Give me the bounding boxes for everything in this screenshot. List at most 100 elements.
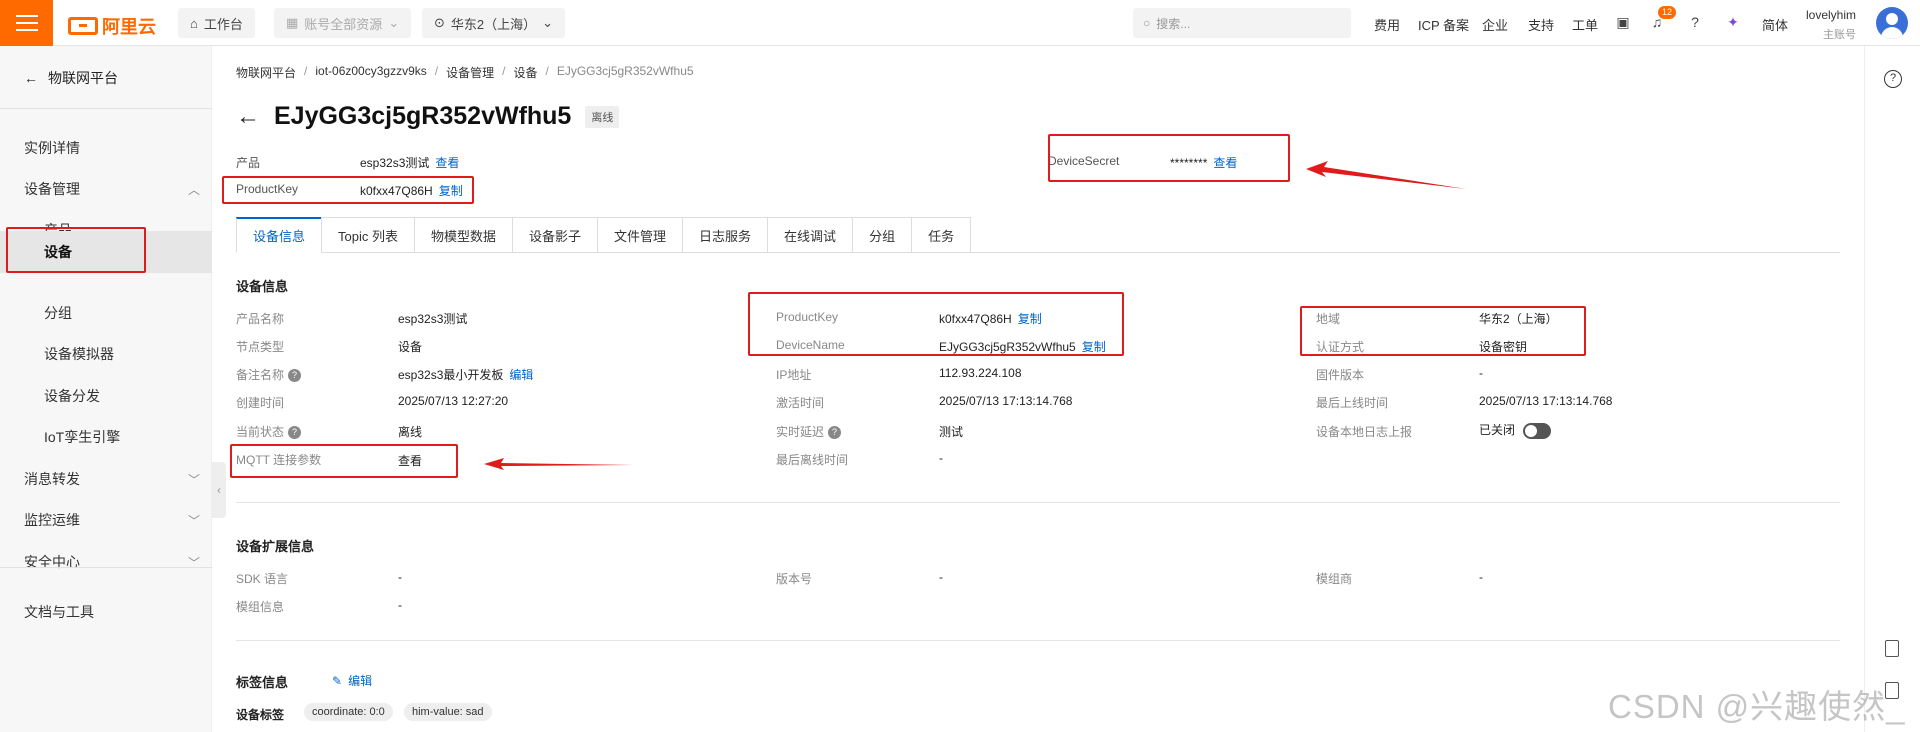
section-divider: [236, 502, 1840, 503]
tab-log-service[interactable]: 日志服务: [682, 217, 768, 253]
workbench-button[interactable]: ⌂ 工作台: [178, 8, 255, 38]
sidebar-item-group[interactable]: 分组: [0, 293, 212, 333]
menu-icon[interactable]: [0, 0, 53, 46]
language-switch[interactable]: 简体: [1762, 15, 1788, 34]
sidebar-item-device-mgmt[interactable]: 设备管理 ︿: [0, 169, 212, 209]
sidebar-item-docs-tools[interactable]: 文档与工具: [0, 592, 212, 632]
link-billing[interactable]: 费用: [1374, 15, 1400, 34]
annotation-highlight: [222, 176, 474, 204]
help-icon[interactable]: ?: [1686, 13, 1704, 31]
tab-label: 日志服务: [699, 228, 752, 244]
field-label: 设备本地日志上报: [1316, 425, 1413, 439]
right-rail: ?: [1864, 46, 1920, 732]
sidebar-item-label: 设备管理: [24, 181, 80, 197]
breadcrumb-item[interactable]: 物联网平台: [236, 64, 296, 81]
tag-chip: coordinate: 0:0: [304, 703, 393, 721]
field-label: SDK 语言: [236, 572, 289, 586]
log-upload-toggle[interactable]: [1523, 422, 1552, 439]
region-select[interactable]: ⊙ 华东2（上海） ⌄: [422, 8, 566, 38]
sidebar-item-label: 分组: [44, 305, 72, 321]
tab-topic-list[interactable]: Topic 列表: [321, 217, 414, 253]
test-latency-link[interactable]: 测试: [939, 423, 963, 440]
annotation-highlight: [230, 444, 458, 478]
help-icon[interactable]: ?: [1884, 70, 1902, 88]
tab-file-management[interactable]: 文件管理: [597, 217, 683, 253]
sidebar-item-distribution[interactable]: 设备分发: [0, 376, 212, 416]
tab-label: 任务: [928, 228, 955, 244]
sidebar-item-instance[interactable]: 实例详情: [0, 128, 212, 168]
field-value: -: [939, 451, 943, 465]
field-value: -: [398, 598, 402, 612]
field-label: 最后上线时间: [1316, 396, 1389, 410]
region-label: 华东2（上海）: [450, 16, 537, 32]
field-label: 节点类型: [236, 340, 285, 354]
edit-remark-link[interactable]: 编辑: [509, 368, 533, 382]
tab-device-shadow[interactable]: 设备影子: [512, 217, 598, 253]
breadcrumb: 物联网平台 / iot-06z00cy3gzzv9ks / 设备管理 / 设备 / EJ…: [236, 64, 694, 81]
link-support[interactable]: 支持: [1528, 15, 1554, 34]
meta-label: 产品: [236, 156, 261, 170]
arrow-left-icon[interactable]: ←: [236, 103, 260, 131]
user-info[interactable]: lovelyhim 主账号: [1806, 8, 1856, 42]
pencil-icon: ✎: [332, 674, 343, 688]
sidebar-item-label: IoT孪生引擎: [44, 429, 121, 445]
back-to-iot-platform[interactable]: ← 物联网平台: [24, 68, 118, 88]
search-input[interactable]: ○ 搜索...: [1133, 8, 1351, 38]
link-enterprise[interactable]: 企业: [1482, 15, 1508, 34]
field-value-remark: esp32s3最小开发板 编辑: [398, 366, 533, 383]
sidebar-item-label: 设备分发: [44, 388, 100, 404]
field-label: 产品名称: [236, 312, 285, 326]
view-product-link[interactable]: 查看: [435, 156, 459, 170]
device-name-heading: EJyGG3cj5gR352vWfhu5: [274, 102, 572, 130]
ai-assistant-icon[interactable]: ✦: [1724, 13, 1742, 31]
help-icon[interactable]: ?: [828, 426, 842, 440]
field-value: -: [1479, 570, 1483, 584]
tab-online-debug[interactable]: 在线调试: [767, 217, 853, 253]
device-tabs: 设备信息 Topic 列表 物模型数据 设备影子 文件管理 日志服务 在线调试 …: [236, 217, 1840, 253]
section-title-tags: 标签信息: [236, 675, 289, 690]
tab-label: 在线调试: [784, 228, 837, 244]
tab-label: 分组: [869, 228, 896, 244]
link-icp[interactable]: ICP 备案: [1418, 15, 1469, 34]
tab-group[interactable]: 分组: [852, 217, 912, 253]
annotation-highlight: [6, 227, 146, 273]
field-value: -: [398, 570, 402, 584]
section-title-ext-info: 设备扩展信息: [236, 539, 315, 554]
edit-tags-button[interactable]: ✎ 编辑: [332, 672, 372, 689]
breadcrumb-item[interactable]: 设备: [513, 64, 537, 81]
sidebar-item-security[interactable]: 安全中心 ﹀: [0, 542, 212, 582]
sidebar-item-label: 实例详情: [24, 140, 80, 156]
document-icon[interactable]: [1885, 640, 1899, 657]
sidebar-item-message-forwarding[interactable]: 消息转发 ﹀: [0, 459, 212, 499]
resource-group-select[interactable]: ▦ 账号全部资源 ⌄: [274, 8, 412, 38]
link-ticket[interactable]: 工单: [1572, 15, 1598, 34]
tab-thing-model[interactable]: 物模型数据: [413, 217, 512, 253]
tab-task[interactable]: 任务: [911, 217, 972, 253]
sidebar-item-monitoring[interactable]: 监控运维 ﹀: [0, 500, 212, 540]
help-icon[interactable]: ?: [288, 369, 302, 383]
breadcrumb-item[interactable]: 设备管理: [446, 64, 494, 81]
sidebar-item-label: 安全中心: [24, 554, 80, 570]
field-label-remark: 备注名称?: [236, 366, 302, 383]
help-icon[interactable]: ?: [288, 426, 302, 440]
sidebar-item-twin-engine[interactable]: IoT孪生引擎: [0, 417, 212, 457]
page-title: ← EJyGG3cj5gR352vWfhu5 离线: [236, 102, 620, 131]
field-label: 当前状态: [236, 425, 285, 439]
tab-label: Topic 列表: [338, 228, 398, 244]
aliyun-logo-icon: [68, 17, 98, 35]
breadcrumb-item[interactable]: iot-06z00cy3gzzv9ks: [315, 64, 426, 81]
breadcrumb-separator: /: [502, 64, 506, 78]
main-content: 物联网平台 / iot-06z00cy3gzzv9ks / 设备管理 / 设备 / EJ…: [222, 46, 1864, 732]
sidebar-item-simulator[interactable]: 设备模拟器: [0, 334, 212, 374]
terminal-icon[interactable]: ▣: [1614, 13, 1632, 31]
tab-device-info[interactable]: 设备信息: [236, 217, 322, 253]
sidebar-item-label: 文档与工具: [24, 604, 94, 620]
brand-logo[interactable]: 阿里云: [68, 13, 156, 39]
sidebar-collapse-handle[interactable]: ‹: [212, 462, 226, 518]
chevron-down-icon: ⌄: [388, 15, 400, 30]
grid-icon: ▦: [286, 15, 299, 30]
watermark: CSDN @兴趣使然_: [1608, 688, 1906, 725]
avatar[interactable]: [1876, 7, 1908, 39]
field-value: 设备: [398, 340, 423, 354]
field-label: 创建时间: [236, 396, 285, 410]
